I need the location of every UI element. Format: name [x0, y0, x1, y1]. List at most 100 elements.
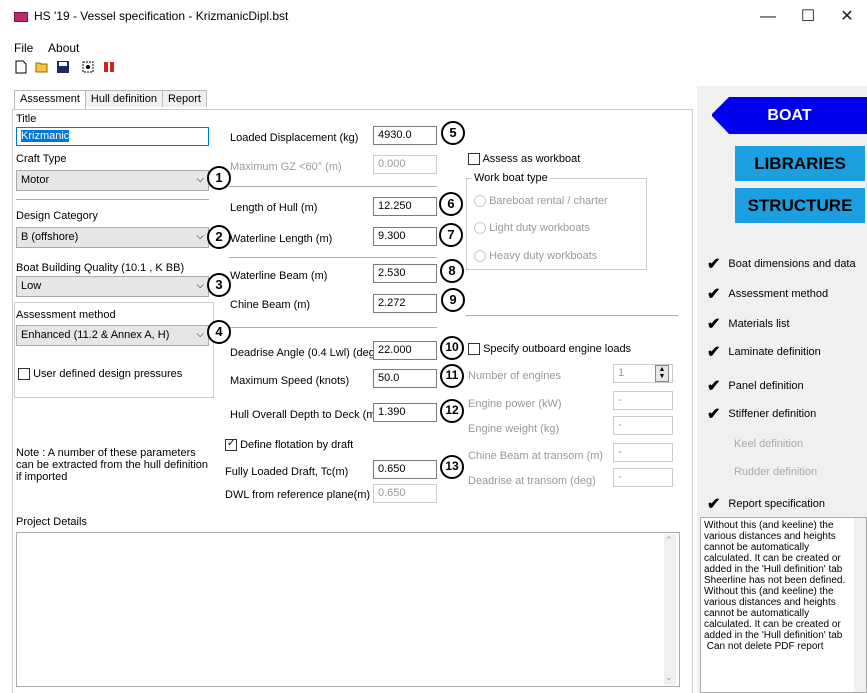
sidebar-item-rudder-definition[interactable]: Rudder definition — [707, 466, 817, 478]
design-category-label: Design Category — [16, 210, 98, 222]
engine-weight-input: - — [613, 416, 673, 435]
tab-hull-definition[interactable]: Hull definition — [84, 90, 163, 107]
check-icon: ✔ — [707, 316, 721, 333]
marker-4: 4 — [207, 320, 231, 344]
loaded-displacement-label: Loaded Displacement (kg) — [230, 132, 359, 144]
title-label: Title — [16, 113, 37, 125]
scrollbar[interactable] — [664, 534, 676, 685]
craft-type-select[interactable]: Motor ⌵ — [16, 170, 209, 191]
assess-workboat-checkbox[interactable] — [468, 153, 480, 166]
info-line: added in the 'Hull definition' tab — [704, 630, 843, 641]
workboat-option[interactable]: Light duty workboats — [474, 222, 590, 235]
deadrise-input[interactable]: 22.000 — [373, 341, 437, 360]
marker-6: 6 — [439, 192, 463, 216]
marker-7: 7 — [439, 223, 463, 247]
max-gz-input: 0.000 — [373, 155, 437, 174]
check-icon: ✔ — [707, 344, 721, 361]
user-pressures-checkbox[interactable] — [18, 368, 30, 381]
marker-1: 1 — [207, 166, 231, 190]
sidebar-item-keel-definition[interactable]: Keel definition — [707, 438, 803, 450]
radio-icon — [474, 250, 486, 263]
chine-beam-input[interactable]: 2.272 — [373, 294, 437, 313]
exit-icon[interactable] — [102, 60, 116, 74]
project-details-textarea[interactable] — [16, 532, 680, 687]
info-line: calculated. It can be created or — [704, 553, 841, 564]
workboat-group-label: Work boat type — [472, 172, 550, 184]
window-title: HS '19 - Vessel specification - Krizmani… — [34, 9, 289, 23]
design-category-select[interactable]: B (offshore) ⌵ — [16, 227, 209, 248]
waterline-beam-input[interactable]: 2.530 — [373, 264, 437, 283]
check-icon: ✔ — [707, 406, 721, 423]
length-hull-input[interactable]: 12.250 — [373, 197, 437, 216]
sidebar-item-boat-dimensions[interactable]: ✔ Boat dimensions and data — [707, 254, 856, 274]
max-speed-input[interactable]: 50.0 — [373, 369, 437, 388]
engine-loads-label: Specify outboard engine loads — [483, 343, 632, 355]
info-line: calculated. It can be created or — [704, 619, 841, 630]
maximize-button[interactable]: ☐ — [788, 4, 828, 30]
save-icon[interactable] — [56, 60, 70, 74]
check-icon: ✔ — [707, 286, 721, 303]
note-text: Note : A number of these parameters can … — [16, 447, 209, 483]
title-input[interactable]: Krizmanic — [16, 127, 209, 146]
chevron-down-icon[interactable]: ⌄ — [665, 672, 673, 683]
draft-input[interactable]: 0.650 — [373, 460, 437, 479]
workboat-option[interactable]: Heavy duty workboats — [474, 250, 597, 263]
building-quality-label: Boat Building Quality (10.1 , K BB) — [16, 262, 185, 274]
flotation-checkbox[interactable] — [225, 439, 237, 452]
sidebar-item-assessment-method[interactable]: ✔ Assessment method — [707, 284, 828, 304]
workboat-option[interactable]: Bareboat rental / charter — [474, 195, 608, 208]
tab-assessment[interactable]: Assessment — [14, 90, 86, 109]
sidebar-item-panel-definition[interactable]: ✔ Panel definition — [707, 376, 804, 396]
depth-input[interactable]: 1.390 — [373, 403, 437, 422]
chevron-down-icon: ⌵ — [196, 329, 204, 340]
waterline-length-input[interactable]: 9.300 — [373, 227, 437, 246]
minimize-button[interactable]: — — [748, 4, 788, 30]
scrollbar[interactable] — [854, 518, 866, 692]
marker-13: 13 — [440, 455, 464, 479]
sidebar-item-stiffener-definition[interactable]: ✔ Stiffener definition — [707, 404, 816, 424]
close-button[interactable]: ✕ — [827, 4, 867, 30]
dwl-label: DWL from reference plane(m) — [225, 489, 371, 501]
engine-power-label: Engine power (kW) — [468, 398, 562, 410]
tab-report[interactable]: Report — [161, 90, 207, 107]
chine-beam-label: Chine Beam (m) — [230, 299, 311, 311]
marker-8: 8 — [440, 259, 464, 283]
sidebar-item-materials-list[interactable]: ✔ Materials list — [707, 314, 790, 334]
chevron-up-icon[interactable]: ⌃ — [665, 535, 673, 546]
spinner-icon: ▲ ▼ — [655, 365, 669, 382]
length-hull-label: Length of Hull (m) — [230, 202, 318, 214]
chine-transom-label: Chine Beam at transom (m) — [468, 450, 604, 462]
chevron-down-icon: ⌵ — [196, 174, 204, 185]
check-icon: ✔ — [707, 378, 721, 395]
chevron-down-icon: ⌵ — [196, 231, 204, 242]
draft-label: Fully Loaded Draft, Tc(m) — [225, 466, 349, 478]
arrow-left-icon — [711, 97, 729, 134]
fit-view-icon[interactable] — [81, 60, 95, 74]
info-text-box[interactable]: Without this (and keeline) the various d… — [700, 517, 867, 693]
max-gz-label: Maximum GZ <60° (m) — [230, 161, 342, 173]
structure-banner[interactable]: STRUCTURE — [735, 188, 865, 223]
radio-icon — [474, 195, 486, 208]
project-details-label: Project Details — [16, 516, 87, 528]
boat-banner[interactable]: BOAT — [711, 97, 867, 134]
assessment-method-select[interactable]: Enhanced (11.2 & Annex A, H) ⌵ — [16, 325, 209, 346]
new-file-icon[interactable] — [14, 60, 28, 74]
assessment-method-label: Assessment method — [16, 309, 116, 321]
loaded-displacement-input[interactable]: 4930.0 — [373, 126, 437, 145]
libraries-banner[interactable]: LIBRARIES — [735, 146, 865, 181]
engine-loads-checkbox[interactable] — [468, 343, 480, 356]
info-line: Can not delete PDF report — [704, 641, 824, 652]
sidebar-item-laminate-definition[interactable]: ✔ Laminate definition — [707, 342, 821, 362]
divider — [229, 327, 437, 328]
open-folder-icon[interactable] — [35, 60, 49, 74]
flotation-label: Define flotation by draft — [240, 439, 354, 451]
marker-11: 11 — [440, 364, 464, 388]
menu-about[interactable]: About — [48, 41, 79, 55]
menu-file[interactable]: File — [14, 41, 33, 55]
app-icon — [14, 12, 28, 22]
sidebar-item-report-specification[interactable]: ✔ Report specification — [707, 494, 825, 514]
info-line: various distances and heights — [704, 531, 836, 542]
building-quality-select[interactable]: Low ⌵ — [16, 276, 209, 297]
info-line: cannot be automatically — [704, 542, 810, 553]
waterline-beam-label: Waterline Beam (m) — [230, 270, 328, 282]
